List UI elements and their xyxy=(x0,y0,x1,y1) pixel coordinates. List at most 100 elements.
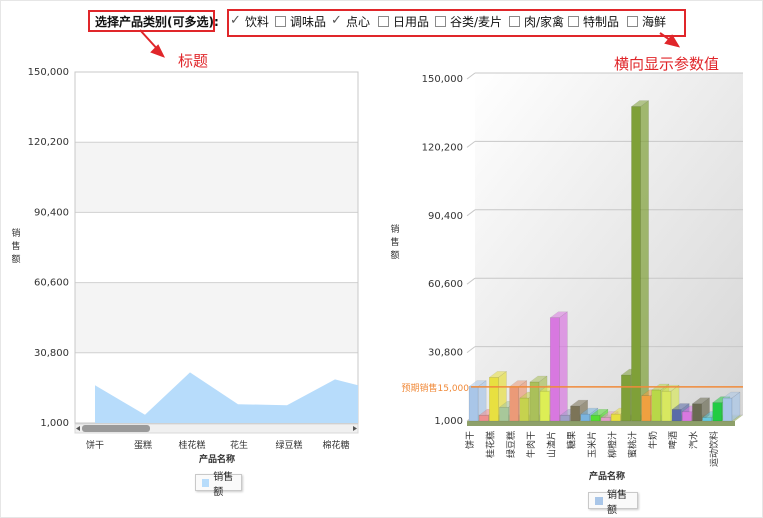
gridline-side xyxy=(466,141,476,148)
checkbox-checked[interactable] xyxy=(230,13,241,28)
category-option[interactable]: 海鲜 xyxy=(627,13,666,30)
x-tick-label: 牛肉干 xyxy=(525,431,537,458)
category-option-label: 饮料 xyxy=(245,15,270,29)
bar-front xyxy=(499,406,509,422)
y-tick-label: 90,400 xyxy=(34,207,69,218)
x-tick-label: 桂花糕 xyxy=(178,439,205,451)
y-axis-title: 销售额 xyxy=(11,227,20,265)
category-option[interactable]: 谷类/麦片 xyxy=(435,13,502,30)
x-tick-label: 柳橙汁 xyxy=(606,431,618,458)
category-option[interactable]: 点心 xyxy=(331,13,370,30)
category-option-label: 海鲜 xyxy=(642,15,667,29)
category-option-label: 点心 xyxy=(346,15,371,29)
x-tick-label: 花生 xyxy=(230,439,248,451)
category-option-label: 日用品 xyxy=(393,15,430,29)
bar xyxy=(722,391,741,422)
y-axis-title: 销售额 xyxy=(390,223,399,261)
bar-front xyxy=(641,395,652,422)
gridline-side xyxy=(466,72,476,80)
checkbox[interactable] xyxy=(378,16,389,27)
x-tick-label: 桂花糕 xyxy=(484,431,496,458)
grid-band xyxy=(75,282,358,353)
bar-front xyxy=(610,413,621,422)
filter-label: 选择产品类别(可多选): xyxy=(95,15,219,29)
category-option[interactable]: 特制品 xyxy=(568,13,619,30)
axis-title-char: 额 xyxy=(11,253,20,265)
bar-front xyxy=(468,386,479,422)
y-tick-label: 90,400 xyxy=(428,211,463,222)
area-chart: 150,000 120,200 90,400 60,600 30,800 1,000 饼干 蛋… xyxy=(11,67,359,465)
bar-side xyxy=(640,100,649,422)
x-tick-label: 蛋糕 xyxy=(134,439,152,451)
y-tick-label: 120,200 xyxy=(28,137,69,148)
bar-front xyxy=(712,402,723,422)
category-option[interactable]: 饮料 xyxy=(230,13,269,30)
category-option[interactable]: 肉/家禽 xyxy=(509,13,564,30)
back-wall xyxy=(475,73,743,415)
category-option-label: 特制品 xyxy=(583,15,620,29)
bar-chart-legend[interactable]: 销售额 xyxy=(588,490,638,516)
bar-front xyxy=(539,390,550,422)
category-option[interactable]: 调味品 xyxy=(275,13,326,30)
bar-front xyxy=(702,417,712,422)
gridline-side xyxy=(466,346,476,354)
bar-front xyxy=(661,390,672,422)
legend-swatch xyxy=(202,478,210,487)
y-tick-label: 60,600 xyxy=(428,279,463,290)
bar-front xyxy=(631,106,641,422)
x-axis-title: 产品名称 xyxy=(199,453,235,465)
bar-front xyxy=(519,397,530,422)
checkbox[interactable] xyxy=(435,16,446,27)
checkbox-checked[interactable] xyxy=(331,13,342,28)
x-tick-label: 山渣片 xyxy=(545,431,557,458)
grid-band xyxy=(75,212,358,283)
gridline-side xyxy=(466,277,476,285)
bar xyxy=(630,100,650,422)
checkbox[interactable] xyxy=(509,16,520,27)
x-tick-label: 蜜桃汁 xyxy=(627,431,639,458)
grid-band xyxy=(75,72,358,143)
scrollbar-thumb xyxy=(82,425,150,432)
y-tick-label: 30,800 xyxy=(34,348,69,359)
checkbox[interactable] xyxy=(568,16,579,27)
area-chart-legend[interactable]: 销售额 xyxy=(195,472,242,498)
bar-front xyxy=(621,374,631,422)
category-option-label: 谷类/麦片 xyxy=(450,15,503,29)
checkbox[interactable] xyxy=(275,16,286,27)
bar-front xyxy=(692,403,702,422)
bar-front xyxy=(580,413,591,422)
x-tick-label: 饼干 xyxy=(86,439,104,451)
axis-title-char: 售 xyxy=(390,236,399,248)
category-option-label: 调味品 xyxy=(290,15,327,29)
axis-title-char: 销 xyxy=(390,223,399,235)
legend-label: 销售额 xyxy=(607,489,627,516)
axis-title-char: 售 xyxy=(11,240,20,252)
bar-front xyxy=(478,415,489,422)
bar-side xyxy=(559,311,568,422)
bar-chart-wall xyxy=(467,73,743,426)
gridline-side xyxy=(466,209,476,217)
x-tick-label: 运动饮料 xyxy=(708,431,720,467)
bar xyxy=(549,311,569,422)
bar-front xyxy=(681,411,692,422)
checkbox[interactable] xyxy=(627,16,638,27)
x-tick-label: 啤酒 xyxy=(667,431,679,449)
category-option[interactable]: 日用品 xyxy=(378,13,429,30)
bar-front xyxy=(600,417,611,422)
bar-front xyxy=(489,377,499,422)
bar-front xyxy=(549,317,560,422)
x-tick-label: 糖果 xyxy=(566,431,578,449)
area-chart-grid xyxy=(74,71,359,424)
bar-front xyxy=(509,386,520,422)
y-tick-label: 150,000 xyxy=(28,67,69,78)
category-option-label: 肉/家禽 xyxy=(524,15,565,29)
x-tick-label: 饼干 xyxy=(464,431,476,449)
x-tick-label: 牛奶 xyxy=(647,431,659,449)
axis-title-char: 销 xyxy=(11,227,20,239)
bar-front xyxy=(590,415,601,422)
bar-front xyxy=(529,381,540,422)
y-tick-label: 1,000 xyxy=(434,416,463,427)
y-tick-label: 1,000 xyxy=(40,418,69,429)
bar-chart-3d: 150,000 120,200 90,400 60,600 30,800 1,000 预期销… xyxy=(390,72,743,482)
axis-title-char: 额 xyxy=(390,249,399,261)
